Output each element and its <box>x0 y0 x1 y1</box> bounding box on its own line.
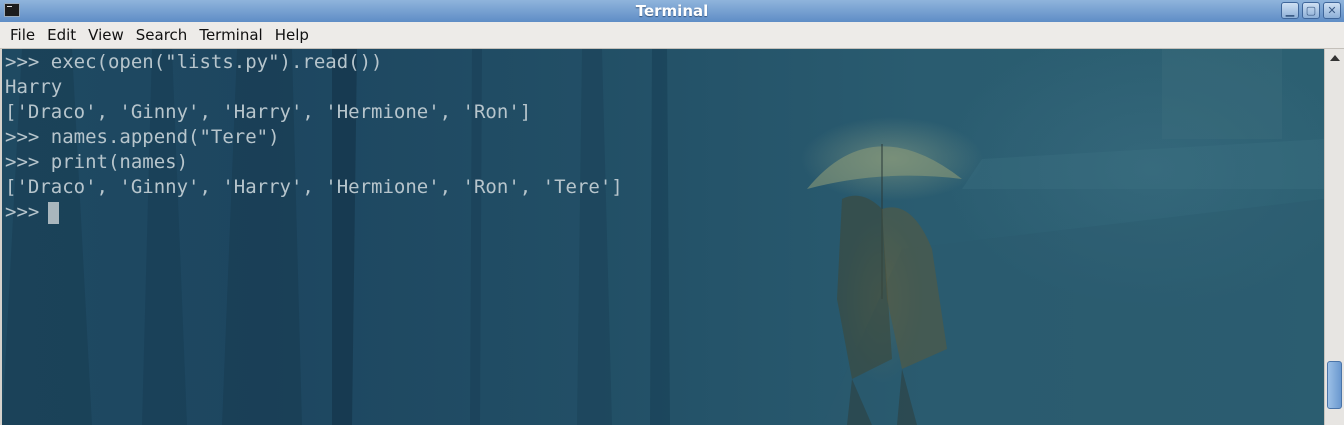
maximize-icon: ▢ <box>1305 4 1317 17</box>
terminal-line: ['Draco', 'Ginny', 'Harry', 'Hermione', … <box>5 101 532 123</box>
arrow-up-icon[interactable] <box>1330 55 1340 61</box>
menu-file[interactable]: File <box>4 26 41 44</box>
window-title: Terminal <box>635 2 709 20</box>
menu-search[interactable]: Search <box>130 26 194 44</box>
terminal-line: >>> exec(open("lists.py").read()) <box>5 51 383 73</box>
menu-bar: File Edit View Search Terminal Help <box>0 22 1344 49</box>
menu-terminal[interactable]: Terminal <box>193 26 268 44</box>
close-button[interactable]: ✕ <box>1323 2 1341 19</box>
title-bar[interactable]: Terminal ▁ ▢ ✕ <box>0 0 1344 23</box>
window-controls: ▁ ▢ ✕ <box>1281 2 1341 19</box>
terminal-line: ['Draco', 'Ginny', 'Harry', 'Hermione', … <box>5 176 623 198</box>
vertical-scrollbar[interactable] <box>1324 49 1344 425</box>
minimize-icon: ▁ <box>1285 4 1295 17</box>
scrollbar-thumb[interactable] <box>1327 361 1342 409</box>
menu-edit[interactable]: Edit <box>41 26 82 44</box>
close-icon: ✕ <box>1327 4 1337 17</box>
text-cursor <box>48 202 59 224</box>
terminal-line: Harry <box>5 76 63 98</box>
menu-help[interactable]: Help <box>269 26 315 44</box>
maximize-button[interactable]: ▢ <box>1302 2 1320 19</box>
terminal-area[interactable]: >>> exec(open("lists.py").read()) Harry … <box>2 49 1324 425</box>
terminal-line: >>> print(names) <box>5 151 189 173</box>
terminal-line: >>> names.append("Tere") <box>5 126 280 148</box>
menu-view[interactable]: View <box>82 26 130 44</box>
minimize-button[interactable]: ▁ <box>1281 2 1299 19</box>
terminal-prompt: >>> <box>5 201 51 223</box>
terminal-window: Terminal ▁ ▢ ✕ File Edit View Search Ter… <box>0 0 1344 425</box>
